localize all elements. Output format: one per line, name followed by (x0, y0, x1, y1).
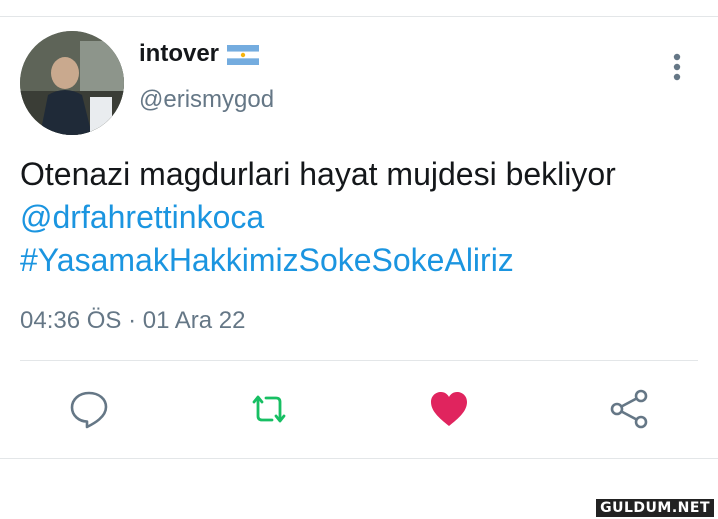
avatar[interactable] (20, 31, 124, 135)
argentina-flag-icon (227, 44, 260, 65)
reply-icon[interactable] (68, 388, 110, 430)
hashtag-link[interactable]: #YasamakHakkimizSokeSokeAliriz (20, 239, 700, 282)
mid-divider (20, 360, 698, 361)
like-icon[interactable] (428, 388, 470, 430)
top-divider (0, 16, 718, 17)
more-options-icon[interactable] (665, 52, 689, 82)
watermark: GULDUM.NET (596, 499, 714, 517)
share-icon[interactable] (608, 388, 650, 430)
mention-link[interactable]: @drfahrettinkoca (20, 196, 700, 239)
retweet-icon[interactable] (248, 388, 290, 430)
display-name-text: intover (139, 40, 220, 67)
bottom-divider (0, 458, 718, 459)
display-name[interactable]: intover (139, 40, 260, 68)
tweet-body: Otenazi magdurlari hayat mujdesi bekliyo… (20, 153, 700, 282)
timestamp[interactable]: 04:36 ÖS · 01 Ara 22 (20, 307, 245, 335)
user-handle[interactable]: @erismygod (139, 86, 274, 114)
tweet-text: Otenazi magdurlari hayat mujdesi bekliyo… (20, 156, 616, 192)
